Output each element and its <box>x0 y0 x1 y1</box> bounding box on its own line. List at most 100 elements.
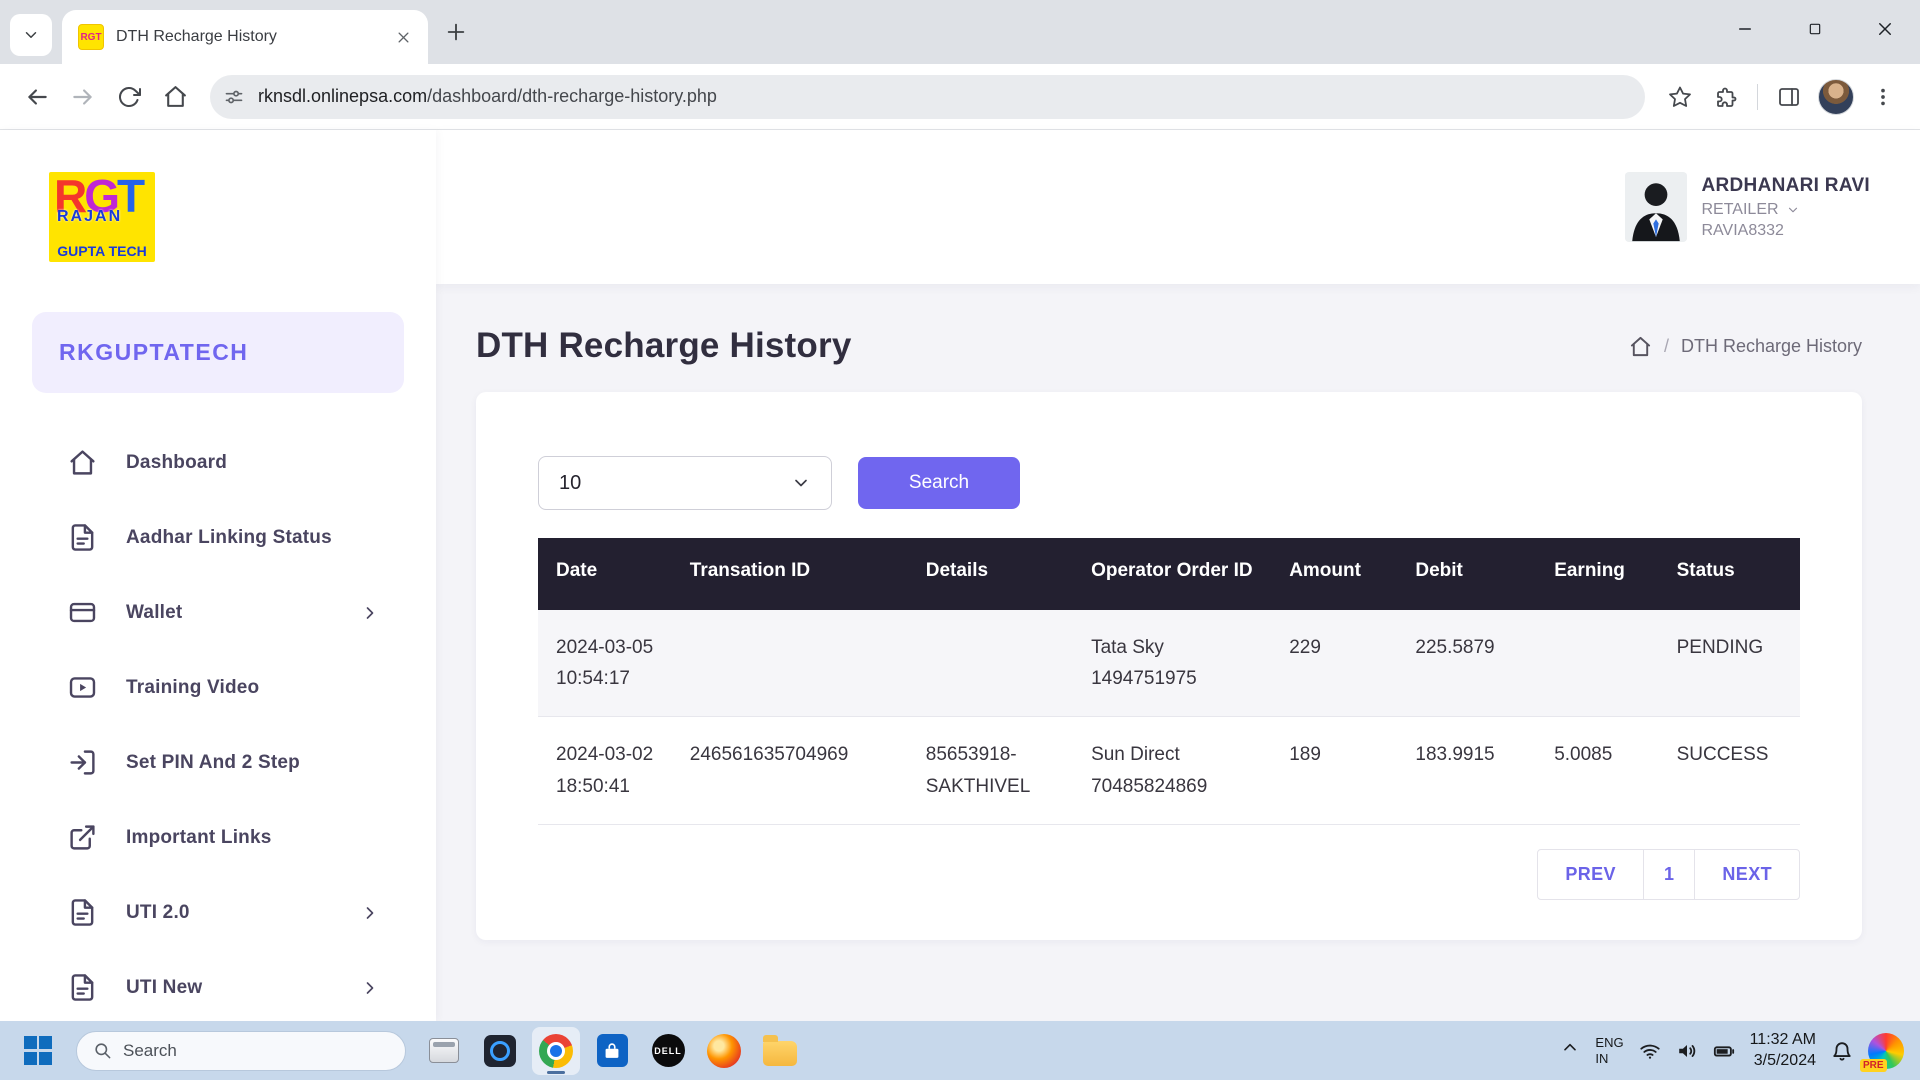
taskbar-clock[interactable]: 11:32 AM 3/5/2024 <box>1750 1030 1816 1072</box>
cell-amount: 189 <box>1271 717 1397 825</box>
chevron-down-icon <box>791 473 811 493</box>
app-dell-button[interactable]: DELL <box>644 1027 692 1075</box>
volume-icon[interactable] <box>1676 1040 1698 1062</box>
user-name: ARDHANARI RAVI <box>1701 175 1870 197</box>
col-header-amount: Amount <box>1271 538 1397 610</box>
main-area: ARDHANARI RAVI RETAILER RAVIA8332 DTH Re… <box>436 130 1920 1021</box>
wifi-icon[interactable] <box>1639 1040 1661 1062</box>
breadcrumb: / DTH Recharge History <box>1629 335 1862 358</box>
window-maximize-button[interactable] <box>1780 0 1850 58</box>
profile-button[interactable] <box>1812 74 1860 120</box>
cell-earning <box>1536 610 1658 717</box>
taskbar-search-label: Search <box>123 1041 177 1061</box>
page-heading-row: DTH Recharge History / DTH Recharge Hist… <box>476 326 1862 366</box>
cell-operator-order-id: Tata Sky 1494751975 <box>1073 610 1271 717</box>
cell-transaction-id: 246561635704969 <box>672 717 908 825</box>
pagination-page-1-button[interactable]: 1 <box>1643 849 1695 900</box>
window-minimize-button[interactable] <box>1710 0 1780 58</box>
app-window-button[interactable] <box>420 1027 468 1075</box>
tray-expand-button[interactable] <box>1560 1038 1580 1063</box>
cell-date: 2024-03-02 18:50:41 <box>538 717 672 825</box>
side-panel-button[interactable] <box>1766 74 1812 120</box>
cell-date: 2024-03-05 10:54:17 <box>538 610 672 717</box>
window-close-button[interactable] <box>1850 0 1920 58</box>
tab-close-icon[interactable] <box>390 24 416 50</box>
page-title: DTH Recharge History <box>476 326 851 366</box>
breadcrumb-home-icon[interactable] <box>1629 335 1652 358</box>
language-line1: ENG <box>1595 1035 1623 1051</box>
document-icon <box>68 898 97 927</box>
app-store-button[interactable] <box>588 1027 636 1075</box>
sidebar-nav: Dashboard Aadhar Linking Status Wallet T… <box>0 425 436 1025</box>
notifications-bell-icon[interactable] <box>1831 1040 1853 1062</box>
history-card: 10 Search Date Transa <box>476 392 1862 940</box>
language-indicator[interactable]: ENG IN <box>1595 1035 1623 1066</box>
page-size-select[interactable]: 10 <box>538 456 832 510</box>
app-chrome-button[interactable] <box>532 1027 580 1075</box>
address-bar[interactable]: rknsdl.onlinepsa.com/dashboard/dth-recha… <box>210 75 1645 119</box>
sidebar-item-important-links[interactable]: Important Links <box>0 800 436 875</box>
browser-menu-button[interactable] <box>1860 74 1906 120</box>
app-firefox-button[interactable] <box>700 1027 748 1075</box>
user-role-dropdown[interactable]: RETAILER <box>1701 201 1870 219</box>
sidebar-item-dashboard[interactable]: Dashboard <box>0 425 436 500</box>
app-file-explorer-button[interactable] <box>756 1027 804 1075</box>
new-tab-button[interactable] <box>436 12 476 52</box>
minimize-icon <box>1736 20 1754 38</box>
page-size-value: 10 <box>559 472 581 495</box>
col-header-operator-order-id: Operator Order ID <box>1073 538 1271 610</box>
screen-recorder-app-icon[interactable]: PRE <box>1868 1033 1904 1069</box>
battery-icon[interactable] <box>1713 1040 1735 1062</box>
star-icon <box>1668 85 1692 109</box>
sidebar-item-uti-new[interactable]: UTI New <box>0 950 436 1025</box>
sidebar-item-wallet[interactable]: Wallet <box>0 575 436 650</box>
sidebar-item-set-pin[interactable]: Set PIN And 2 Step <box>0 725 436 800</box>
brand-badge[interactable]: RKGUPTATECH <box>32 312 404 393</box>
language-line2: IN <box>1595 1051 1623 1067</box>
tab-search-button[interactable] <box>10 14 52 56</box>
forward-button[interactable] <box>60 74 106 120</box>
puzzle-icon <box>1714 85 1738 109</box>
cell-debit: 225.5879 <box>1397 610 1536 717</box>
taskbar-date: 3/5/2024 <box>1750 1051 1816 1072</box>
app-media-button[interactable] <box>476 1027 524 1075</box>
back-button[interactable] <box>14 74 60 120</box>
sidebar-item-label: Dashboard <box>126 452 380 474</box>
cell-debit: 183.9915 <box>1397 717 1536 825</box>
pagination-next-button[interactable]: NEXT <box>1694 849 1800 900</box>
taskbar-search[interactable]: Search <box>76 1031 406 1071</box>
user-code: RAVIA8332 <box>1701 222 1870 240</box>
site-info-button[interactable] <box>216 79 252 115</box>
chevron-up-icon <box>1560 1038 1580 1058</box>
sidebar-item-label: Aadhar Linking Status <box>126 527 380 549</box>
sidebar-item-aadhar-linking-status[interactable]: Aadhar Linking Status <box>0 500 436 575</box>
sidebar-item-label: UTI New <box>126 977 360 999</box>
url-text: rknsdl.onlinepsa.com/dashboard/dth-recha… <box>258 86 717 107</box>
chevron-down-icon <box>1786 203 1800 217</box>
kebab-menu-icon <box>1872 86 1894 108</box>
chevron-right-icon <box>360 903 380 923</box>
user-menu[interactable]: ARDHANARI RAVI RETAILER RAVIA8332 <box>1625 172 1870 242</box>
taskbar-apps: DELL <box>420 1027 804 1075</box>
home-button[interactable] <box>152 74 198 120</box>
page-viewport: RGT RAJAN GUPTA TECH RKGUPTATECH Dashboa… <box>0 130 1920 1021</box>
extensions-button[interactable] <box>1703 74 1749 120</box>
sidebar-item-label: Training Video <box>126 677 380 699</box>
sidebar-item-training-video[interactable]: Training Video <box>0 650 436 725</box>
cell-transaction-id <box>672 610 908 717</box>
maximize-icon <box>1807 21 1823 37</box>
pagination-prev-button[interactable]: PREV <box>1537 849 1644 900</box>
bookmark-button[interactable] <box>1657 74 1703 120</box>
window-controls <box>1710 0 1920 58</box>
reload-button[interactable] <box>106 74 152 120</box>
sidebar-item-uti-20[interactable]: UTI 2.0 <box>0 875 436 950</box>
cell-status: SUCCESS <box>1659 717 1800 825</box>
pagination: PREV 1 NEXT <box>538 849 1800 900</box>
company-logo[interactable]: RGT RAJAN GUPTA TECH <box>49 172 155 262</box>
breadcrumb-separator: / <box>1664 336 1669 357</box>
start-button[interactable] <box>16 1029 60 1073</box>
user-info: ARDHANARI RAVI RETAILER RAVIA8332 <box>1701 175 1870 240</box>
sidebar: RGT RAJAN GUPTA TECH RKGUPTATECH Dashboa… <box>0 130 436 1021</box>
browser-tab[interactable]: RGT DTH Recharge History <box>62 10 428 64</box>
search-button[interactable]: Search <box>858 457 1020 509</box>
